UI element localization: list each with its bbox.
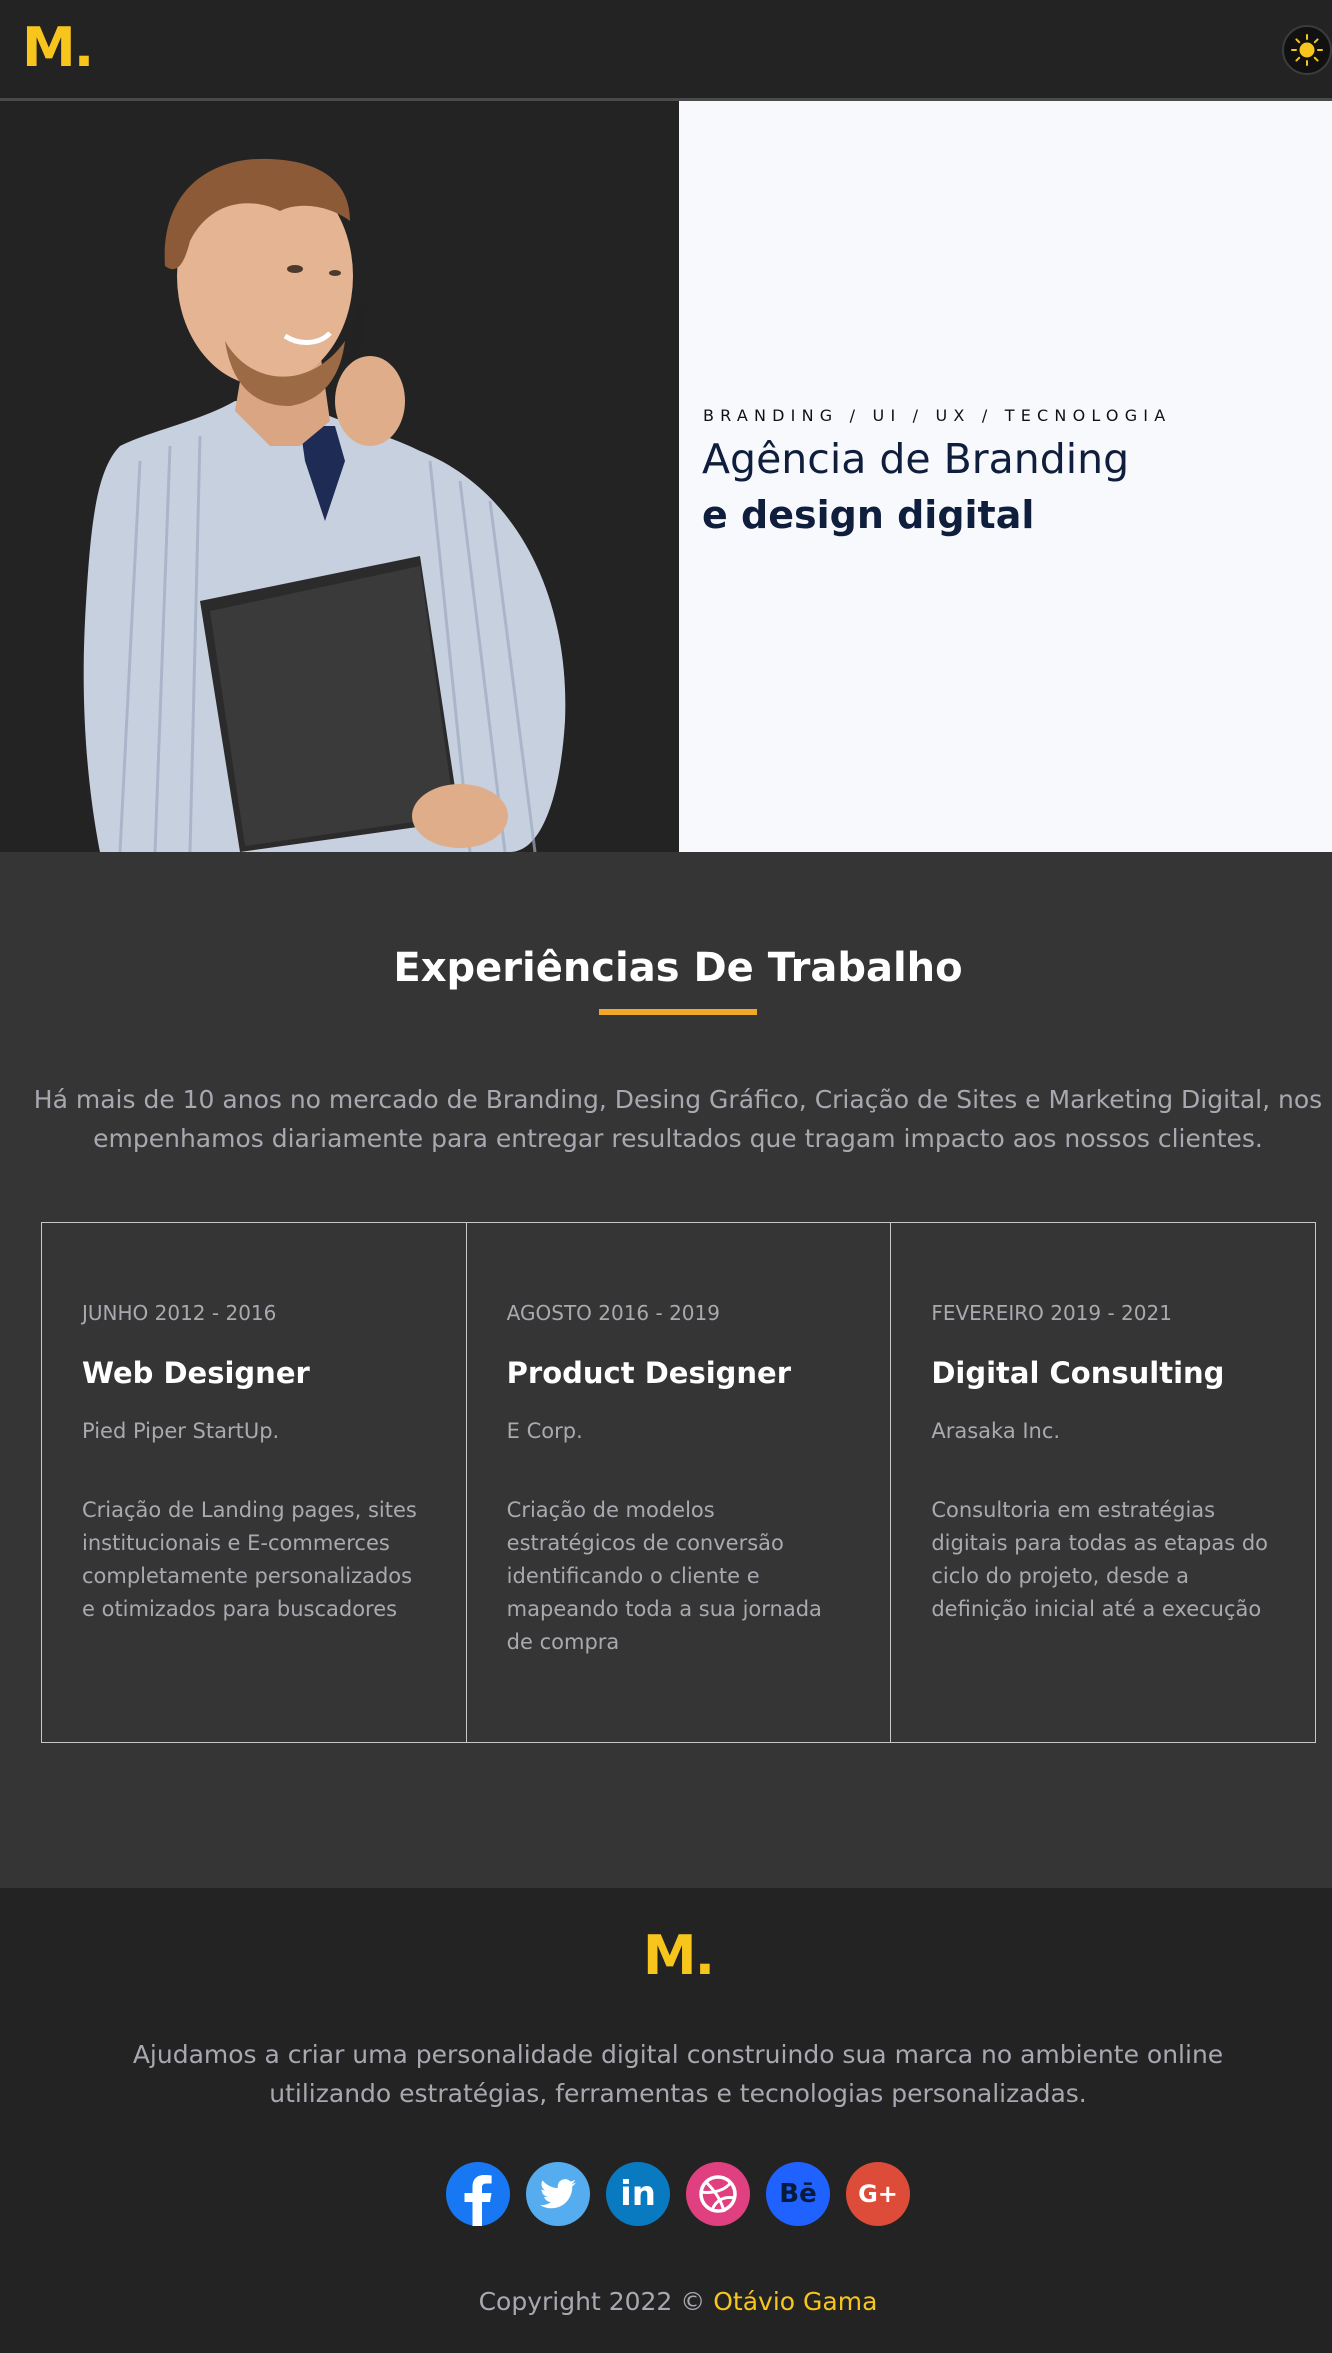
job-date: JUNHO 2012 - 2016: [82, 1301, 277, 1325]
twitter-icon[interactable]: [526, 2162, 590, 2226]
copyright-text: Copyright 2022 ©: [478, 2287, 706, 2316]
job-company: Pied Piper StartUp.: [82, 1419, 280, 1443]
hero-tags: BRANDING / UI / UX / TECNOLOGIA: [703, 406, 1172, 425]
google-plus-glyph: G+: [858, 2180, 898, 2208]
experience-card: FEVEREIRO 2019 - 2021 Digital Consulting…: [891, 1223, 1315, 1742]
google-plus-icon[interactable]: G+: [846, 2162, 910, 2226]
theme-toggle-button[interactable]: [1282, 25, 1332, 75]
linkedin-glyph: in: [620, 2174, 656, 2214]
site-footer: M. Ajudamos a criar uma personalidade di…: [0, 1888, 1332, 2353]
site-header: M.: [0, 0, 1332, 101]
job-description: Consultoria em estratégias digitais para…: [931, 1498, 1268, 1621]
job-role: Product Designer: [506, 1356, 792, 1390]
brand-logo[interactable]: M.: [22, 16, 94, 80]
job-date: AGOSTO 2016 - 2019: [506, 1301, 720, 1325]
behance-glyph: Bē: [779, 2179, 817, 2209]
experience-cards: JUNHO 2012 - 2016 Web Designer Pied Pipe…: [41, 1222, 1316, 1743]
experience-card: AGOSTO 2016 - 2019 Product Designer E Co…: [467, 1223, 892, 1742]
title-underline: [599, 1009, 757, 1015]
footer-logo[interactable]: M.: [0, 1924, 1332, 1988]
job-role: Web Designer: [82, 1356, 310, 1390]
experience-section: Experiências De Trabalho Há mais de 10 a…: [0, 852, 1332, 1888]
job-company: Arasaka Inc.: [931, 1419, 1061, 1443]
hero-text-panel: BRANDING / UI / UX / TECNOLOGIA Agência …: [679, 101, 1332, 854]
facebook-icon[interactable]: [446, 2162, 510, 2226]
dribbble-icon[interactable]: [686, 2162, 750, 2226]
job-description: Criação de Landing pages, sites instituc…: [82, 1498, 417, 1621]
job-company: E Corp.: [506, 1419, 583, 1443]
hero-title: Agência de Branding: [702, 435, 1130, 483]
linkedin-icon[interactable]: in: [606, 2162, 670, 2226]
job-date: FEVEREIRO 2019 - 2021: [931, 1301, 1172, 1325]
experience-card: JUNHO 2012 - 2016 Web Designer Pied Pipe…: [42, 1223, 467, 1742]
person-photo-illustration: [83, 158, 566, 852]
hero-title-bold: e design digital: [702, 493, 1035, 537]
twitter-glyph: [540, 2179, 576, 2209]
job-description: Criação de modelos estratégicos de conve…: [506, 1498, 822, 1654]
copyright: Copyright 2022 © Otávio Gama: [0, 2285, 1332, 2319]
section-title: Experiências De Trabalho: [393, 945, 963, 991]
author-link[interactable]: Otávio Gama: [713, 2287, 877, 2316]
dribbble-glyph: [699, 2175, 737, 2213]
footer-description: Ajudamos a criar uma personalidade digit…: [132, 2040, 1224, 2108]
section-intro: Há mais de 10 anos no mercado de Brandin…: [33, 1085, 1323, 1153]
behance-icon[interactable]: Bē: [766, 2162, 830, 2226]
job-role: Digital Consulting: [931, 1356, 1225, 1390]
hero-photo: [0, 101, 679, 852]
social-links: in Bē G+: [446, 2162, 926, 2226]
facebook-glyph: [464, 2175, 492, 2226]
sun-icon: [1291, 34, 1323, 66]
